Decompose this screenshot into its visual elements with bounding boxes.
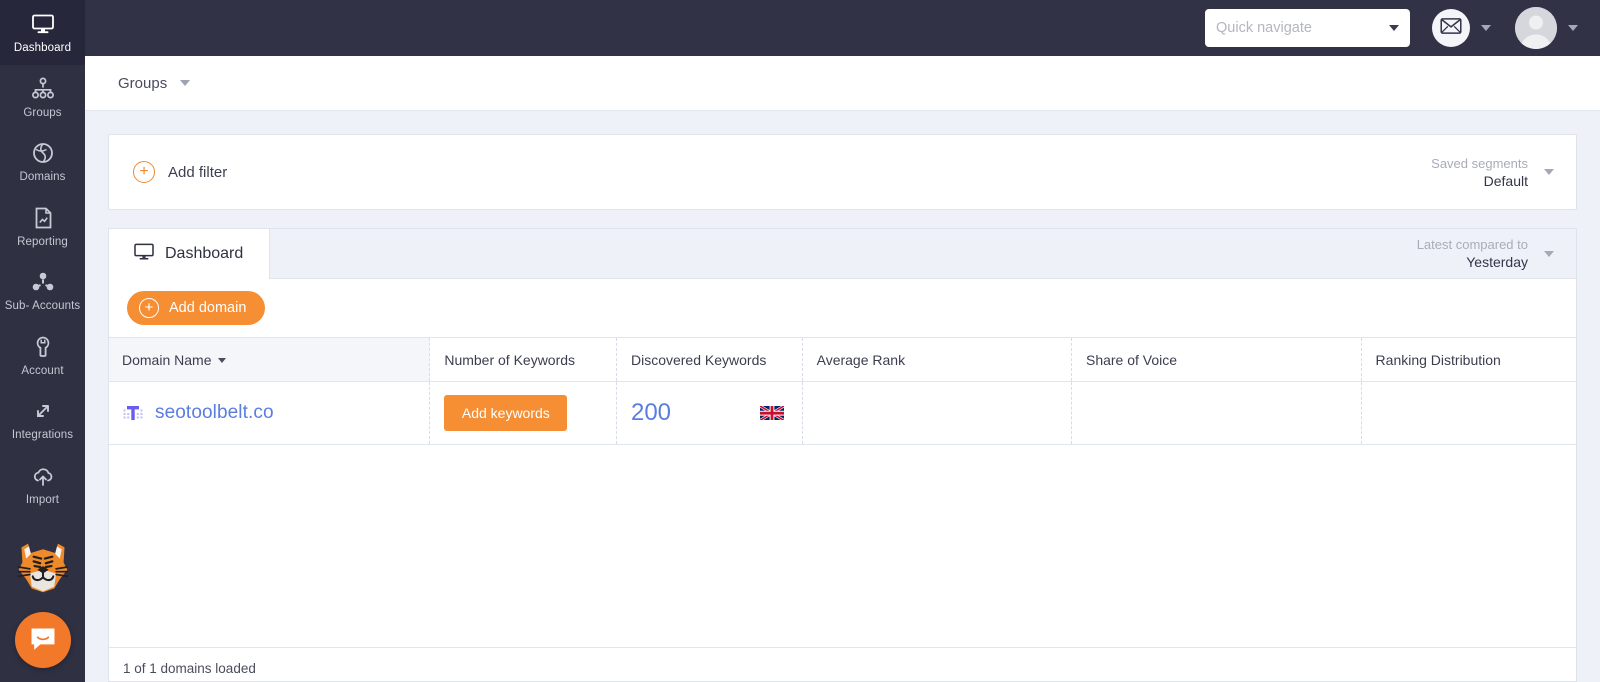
sidebar-item-label: Reporting [17,235,68,248]
sidebar-item-label: Dashboard [13,42,72,54]
users-icon [30,269,56,295]
sidebar-item-label: Import [25,493,60,506]
add-filter-label: Add filter [168,163,228,181]
table-footer-note: 1 of 1 domains loaded [109,647,1576,681]
cloud-upload-icon [30,463,56,489]
sidebar-item-sub-accounts[interactable]: Sub- Accounts [0,258,85,323]
add-domain-button[interactable]: + Add domain [127,291,266,325]
tab-dashboard[interactable]: Dashboard [109,229,271,279]
sidebar-item-reporting[interactable]: Reporting [0,194,85,259]
cell-share-of-voice [1070,381,1362,445]
add-keywords-button[interactable]: Add keywords [444,395,568,431]
sidebar-item-domains[interactable]: Domains [0,129,85,194]
tiger-mascot-logo[interactable] [13,538,73,596]
messages-button[interactable] [1432,9,1470,47]
column-header-discovered-keywords[interactable]: Discovered Keywords [615,337,803,382]
plus-circle-icon: + [139,298,159,318]
table-empty-space [109,445,1576,647]
cell-domain-name: seotoolbelt.co [109,381,430,445]
sidebar-item-label: Domains [19,171,66,183]
seotoolbelt-favicon [122,402,144,424]
main-content: + Add filter Saved segments Default Dash… [85,111,1600,682]
discovered-keywords-count[interactable]: 200 [631,399,671,427]
sidebar-item-label: Account [21,364,64,377]
add-filter-button[interactable]: + Add filter [133,161,227,183]
tab-dashboard-label: Dashboard [165,245,244,262]
cell-ranking-distribution [1360,381,1576,445]
app-root: Dashboard Groups Domains Reporting Sub- [0,0,1600,682]
arrows-exchange-icon [30,398,56,424]
chevron-down-icon [1544,169,1554,175]
domains-table: Domain Name Number of Keywords Discovere… [109,337,1576,445]
table-row: seotoolbelt.co Add keywords 200 [109,381,1576,445]
account-chevron-down-icon[interactable] [1568,25,1578,31]
sort-descending-icon [218,358,227,364]
plus-circle-icon: + [133,161,155,183]
breadcrumb: Groups [85,56,1600,111]
compare-period-value: Yesterday [1466,254,1528,270]
top-header-bar: Quick navigate [85,0,1600,56]
breadcrumb-item-groups[interactable]: Groups [118,75,167,92]
breadcrumb-chevron-down-icon[interactable] [180,80,191,86]
quick-navigate-input[interactable]: Quick navigate [1205,9,1410,47]
main-sidebar: Dashboard Groups Domains Reporting Sub- [0,0,85,682]
column-header-average-rank[interactable]: Average Rank [801,337,1072,382]
chevron-down-icon[interactable] [1389,25,1399,31]
sidebar-item-groups[interactable]: Groups [0,65,85,130]
monitor-icon [30,11,56,37]
messages-chevron-down-icon[interactable] [1481,25,1491,31]
globe-icon [30,140,56,166]
cell-discovered-keywords: 200 [615,381,803,445]
sidebar-item-dashboard[interactable]: Dashboard [0,0,85,65]
envelope-icon [1440,17,1462,39]
sidebar-item-account[interactable]: Account [0,323,85,388]
cell-number-of-keywords: Add keywords [429,381,617,445]
column-header-ranking-distribution[interactable]: Ranking Distribution [1360,337,1576,382]
avatar[interactable] [1515,7,1557,49]
wrench-icon [30,334,56,360]
cell-average-rank [801,381,1072,445]
intercom-chat-icon[interactable] [14,612,71,668]
sidebar-item-label: Integrations [11,429,74,441]
column-header-number-of-keywords[interactable]: Number of Keywords [429,337,617,382]
sidebar-item-integrations[interactable]: Integrations [0,387,85,452]
saved-segments-value: Default [1483,172,1528,189]
monitor-icon [134,243,154,266]
column-header-share-of-voice[interactable]: Share of Voice [1070,337,1362,382]
table-header-row: Domain Name Number of Keywords Discovere… [109,337,1576,382]
saved-segments-label: Saved segments [1431,155,1528,171]
report-document-icon [30,205,56,231]
compare-period-dropdown[interactable]: Latest compared to Yesterday [1417,236,1576,271]
sidebar-item-label: Groups [23,106,62,119]
saved-segments-dropdown[interactable]: Saved segments Default [1431,155,1554,190]
content-column: Quick navigate Groups + Add filter Saved… [85,0,1600,682]
column-header-domain-name[interactable]: Domain Name [109,337,430,382]
chevron-down-icon [1544,250,1554,257]
panel-toolbar: + Add domain [109,279,1576,337]
quick-navigate-placeholder: Quick navigate [1216,20,1312,36]
dashboard-panel-body: + Add domain Domain Name Number of Keywo… [108,278,1577,682]
panel-tab-strip: Dashboard Latest compared to Yesterday [108,228,1577,279]
dashboard-panel: Dashboard Latest compared to Yesterday + [108,228,1577,682]
sidebar-item-import[interactable]: Import [0,452,85,517]
add-domain-label: Add domain [169,300,247,316]
united-kingdom-flag [758,404,785,422]
filter-bar: + Add filter Saved segments Default [108,134,1577,210]
sitemap-icon [30,76,56,102]
domain-name-link[interactable]: seotoolbelt.co [155,402,274,424]
compare-period-label: Latest compared to [1416,237,1528,252]
column-header-label: Domain Name [122,351,212,368]
sidebar-item-label: Sub- Accounts [4,300,81,312]
